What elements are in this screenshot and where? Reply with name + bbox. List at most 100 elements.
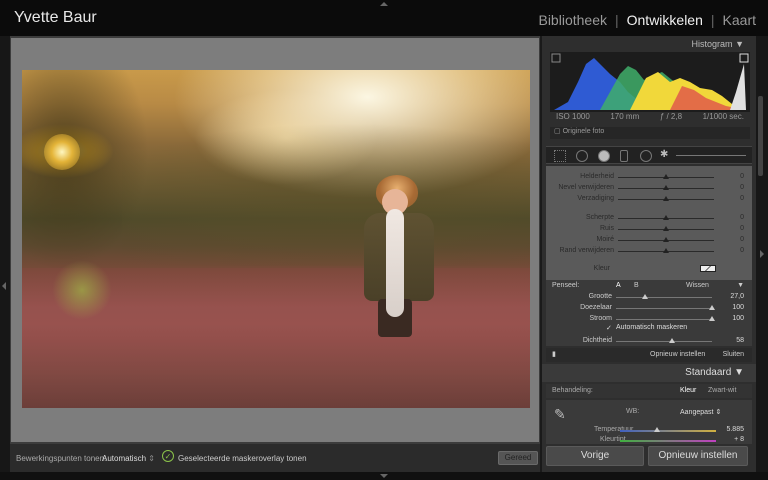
right-panel-edge[interactable]	[756, 36, 768, 472]
brush-slider-track[interactable]	[616, 319, 712, 320]
iso-value: ISO 1000	[556, 112, 590, 121]
brush-slider-label: Doezelaar	[580, 304, 612, 311]
shutter-value: 1/1000 sec.	[702, 112, 744, 121]
auto-mask-row[interactable]: ✓ Automatisch maskeren	[546, 324, 752, 334]
triangle-down-icon: ▼	[734, 367, 744, 378]
overlay-label[interactable]: Geselecteerde maskeroverlay tonen	[178, 454, 307, 463]
brush-b[interactable]: B	[634, 282, 639, 289]
histogram-header[interactable]: Histogram ▼	[542, 36, 756, 52]
done-button[interactable]: Gereed	[498, 451, 538, 465]
treatment-bw[interactable]: Zwart-wit	[708, 387, 736, 394]
checkmark-icon[interactable]: ✓	[162, 450, 174, 462]
brush-slider-track[interactable]	[616, 341, 712, 342]
left-panel-collapsed[interactable]	[0, 36, 10, 472]
brush-slider-knob[interactable]	[709, 305, 715, 310]
histogram-info: ISO 1000 170 mm ƒ / 2,8 1/1000 sec.	[550, 112, 750, 126]
tint-track[interactable]	[620, 440, 716, 442]
white-balance: ✎ WB: Aangepast ⇕ Temperatuur 5.885 Kleu…	[546, 400, 752, 444]
focal-value: 170 mm	[610, 112, 640, 121]
module-develop[interactable]: Ontwikkelen	[627, 12, 703, 28]
scrollbar[interactable]	[758, 96, 763, 176]
brush-slider-track[interactable]	[616, 297, 712, 298]
eyedropper-icon[interactable]: ✎	[554, 406, 566, 423]
previous-button[interactable]: Vorige	[546, 446, 644, 466]
module-separator: |	[710, 12, 715, 28]
histogram[interactable]	[550, 52, 750, 112]
mask-slider-knob[interactable]	[663, 185, 669, 190]
color-row: Kleur	[546, 264, 752, 274]
brush-slider-knob[interactable]	[641, 294, 648, 299]
edit-points-select[interactable]: Automatisch ⇕	[102, 454, 155, 463]
mask-adjustments: Helderheid 0 Nevel verwijderen 0 Verzadiging…	[546, 166, 752, 280]
brush-slider-label: Stroom	[589, 315, 612, 322]
identity-plate: Yvette Baur	[14, 9, 97, 26]
filmstrip-toggle-icon[interactable]	[380, 474, 388, 478]
photo[interactable]	[22, 70, 530, 408]
brush-slider-label: Grootte	[588, 293, 612, 300]
toggle-icon[interactable]: ▮	[552, 350, 556, 358]
brush-header: Penseel: A B Wissen ▼	[546, 282, 752, 292]
left-panel-toggle-icon[interactable]	[2, 282, 6, 290]
histogram-title: Histogram	[691, 39, 733, 49]
mask-slider-row: Moiré 0	[546, 235, 752, 245]
triangle-down-icon: ▼	[735, 39, 744, 49]
graduated-filter-icon[interactable]	[620, 150, 628, 162]
crop-icon[interactable]	[554, 150, 566, 162]
brush-panel: Penseel: A B Wissen ▼ Grootte 27,0 Doezela…	[546, 280, 752, 346]
mask-slider-label: Moiré	[596, 236, 614, 243]
original-photo-toggle[interactable]: ▢ Originele foto	[550, 127, 750, 139]
mask-slider-label: Verzadiging	[577, 195, 614, 202]
mask-slider-knob[interactable]	[663, 237, 669, 242]
brush-slider-value: 27,0	[730, 293, 744, 300]
brush-slider-row: Stroom 100	[546, 314, 752, 324]
temp-value: 5.885	[726, 426, 744, 433]
triangle-down-icon[interactable]: ▼	[737, 282, 744, 289]
top-panel-toggle-icon[interactable]	[380, 2, 388, 6]
mask-slider-value: 0	[740, 195, 744, 202]
spot-removal-icon[interactable]	[576, 150, 588, 162]
tool-strip: ✱	[546, 146, 752, 164]
module-map[interactable]: Kaart	[723, 12, 756, 28]
reset-all-button[interactable]: Opnieuw instellen	[648, 446, 748, 466]
radial-filter-icon[interactable]	[640, 150, 652, 162]
mask-slider-knob[interactable]	[663, 196, 669, 201]
mask-slider-knob[interactable]	[663, 174, 669, 179]
treatment-color[interactable]: Kleur	[680, 387, 696, 394]
temp-track[interactable]	[620, 430, 716, 432]
temp-knob[interactable]	[654, 427, 660, 432]
treatment-label: Behandeling:	[552, 387, 593, 394]
brush-clear[interactable]: Wissen	[686, 282, 709, 289]
aperture-value: ƒ / 2,8	[659, 112, 683, 121]
reset-button[interactable]: Opnieuw instellen	[650, 351, 705, 358]
brush-icon[interactable]: ✱	[660, 150, 672, 162]
brush-slider-knob[interactable]	[709, 316, 715, 321]
right-panel-toggle-icon[interactable]	[760, 250, 764, 258]
mask-slider-knob[interactable]	[663, 248, 669, 253]
brush-slider-value: 100	[732, 304, 744, 311]
brush-slider-knob[interactable]	[668, 338, 675, 343]
mask-slider-label: Scherpte	[585, 214, 614, 221]
standard-title: Standaard	[685, 367, 732, 378]
redeye-icon[interactable]	[598, 150, 610, 162]
close-button[interactable]: Sluiten	[723, 351, 744, 358]
chevron-updown-icon: ⇕	[148, 454, 155, 463]
brush-slider-label: Dichtheid	[582, 337, 612, 344]
checkmark-icon[interactable]: ✓	[606, 324, 612, 332]
color-swatch-icon[interactable]	[700, 265, 716, 272]
brush-slider-value: 100	[732, 315, 744, 322]
module-library[interactable]: Bibliotheek	[538, 12, 607, 28]
mask-slider-knob[interactable]	[663, 215, 669, 220]
mask-slider-row: Ruis 0	[546, 224, 752, 234]
tool-amount-track[interactable]	[676, 155, 746, 156]
brush-a[interactable]: A	[616, 282, 621, 289]
wb-select[interactable]: Aangepast ⇕	[680, 408, 721, 416]
brush-slider-track[interactable]	[616, 308, 712, 309]
mask-slider-value: 0	[740, 184, 744, 191]
mask-slider-label: Rand verwijderen	[559, 247, 614, 254]
standard-header[interactable]: Standaard ▼	[542, 364, 756, 382]
module-separator: |	[614, 12, 619, 28]
photo-bunny	[386, 209, 404, 317]
mask-slider-knob[interactable]	[663, 226, 669, 231]
photo-trees	[122, 116, 530, 266]
bottom-strip	[0, 472, 768, 480]
